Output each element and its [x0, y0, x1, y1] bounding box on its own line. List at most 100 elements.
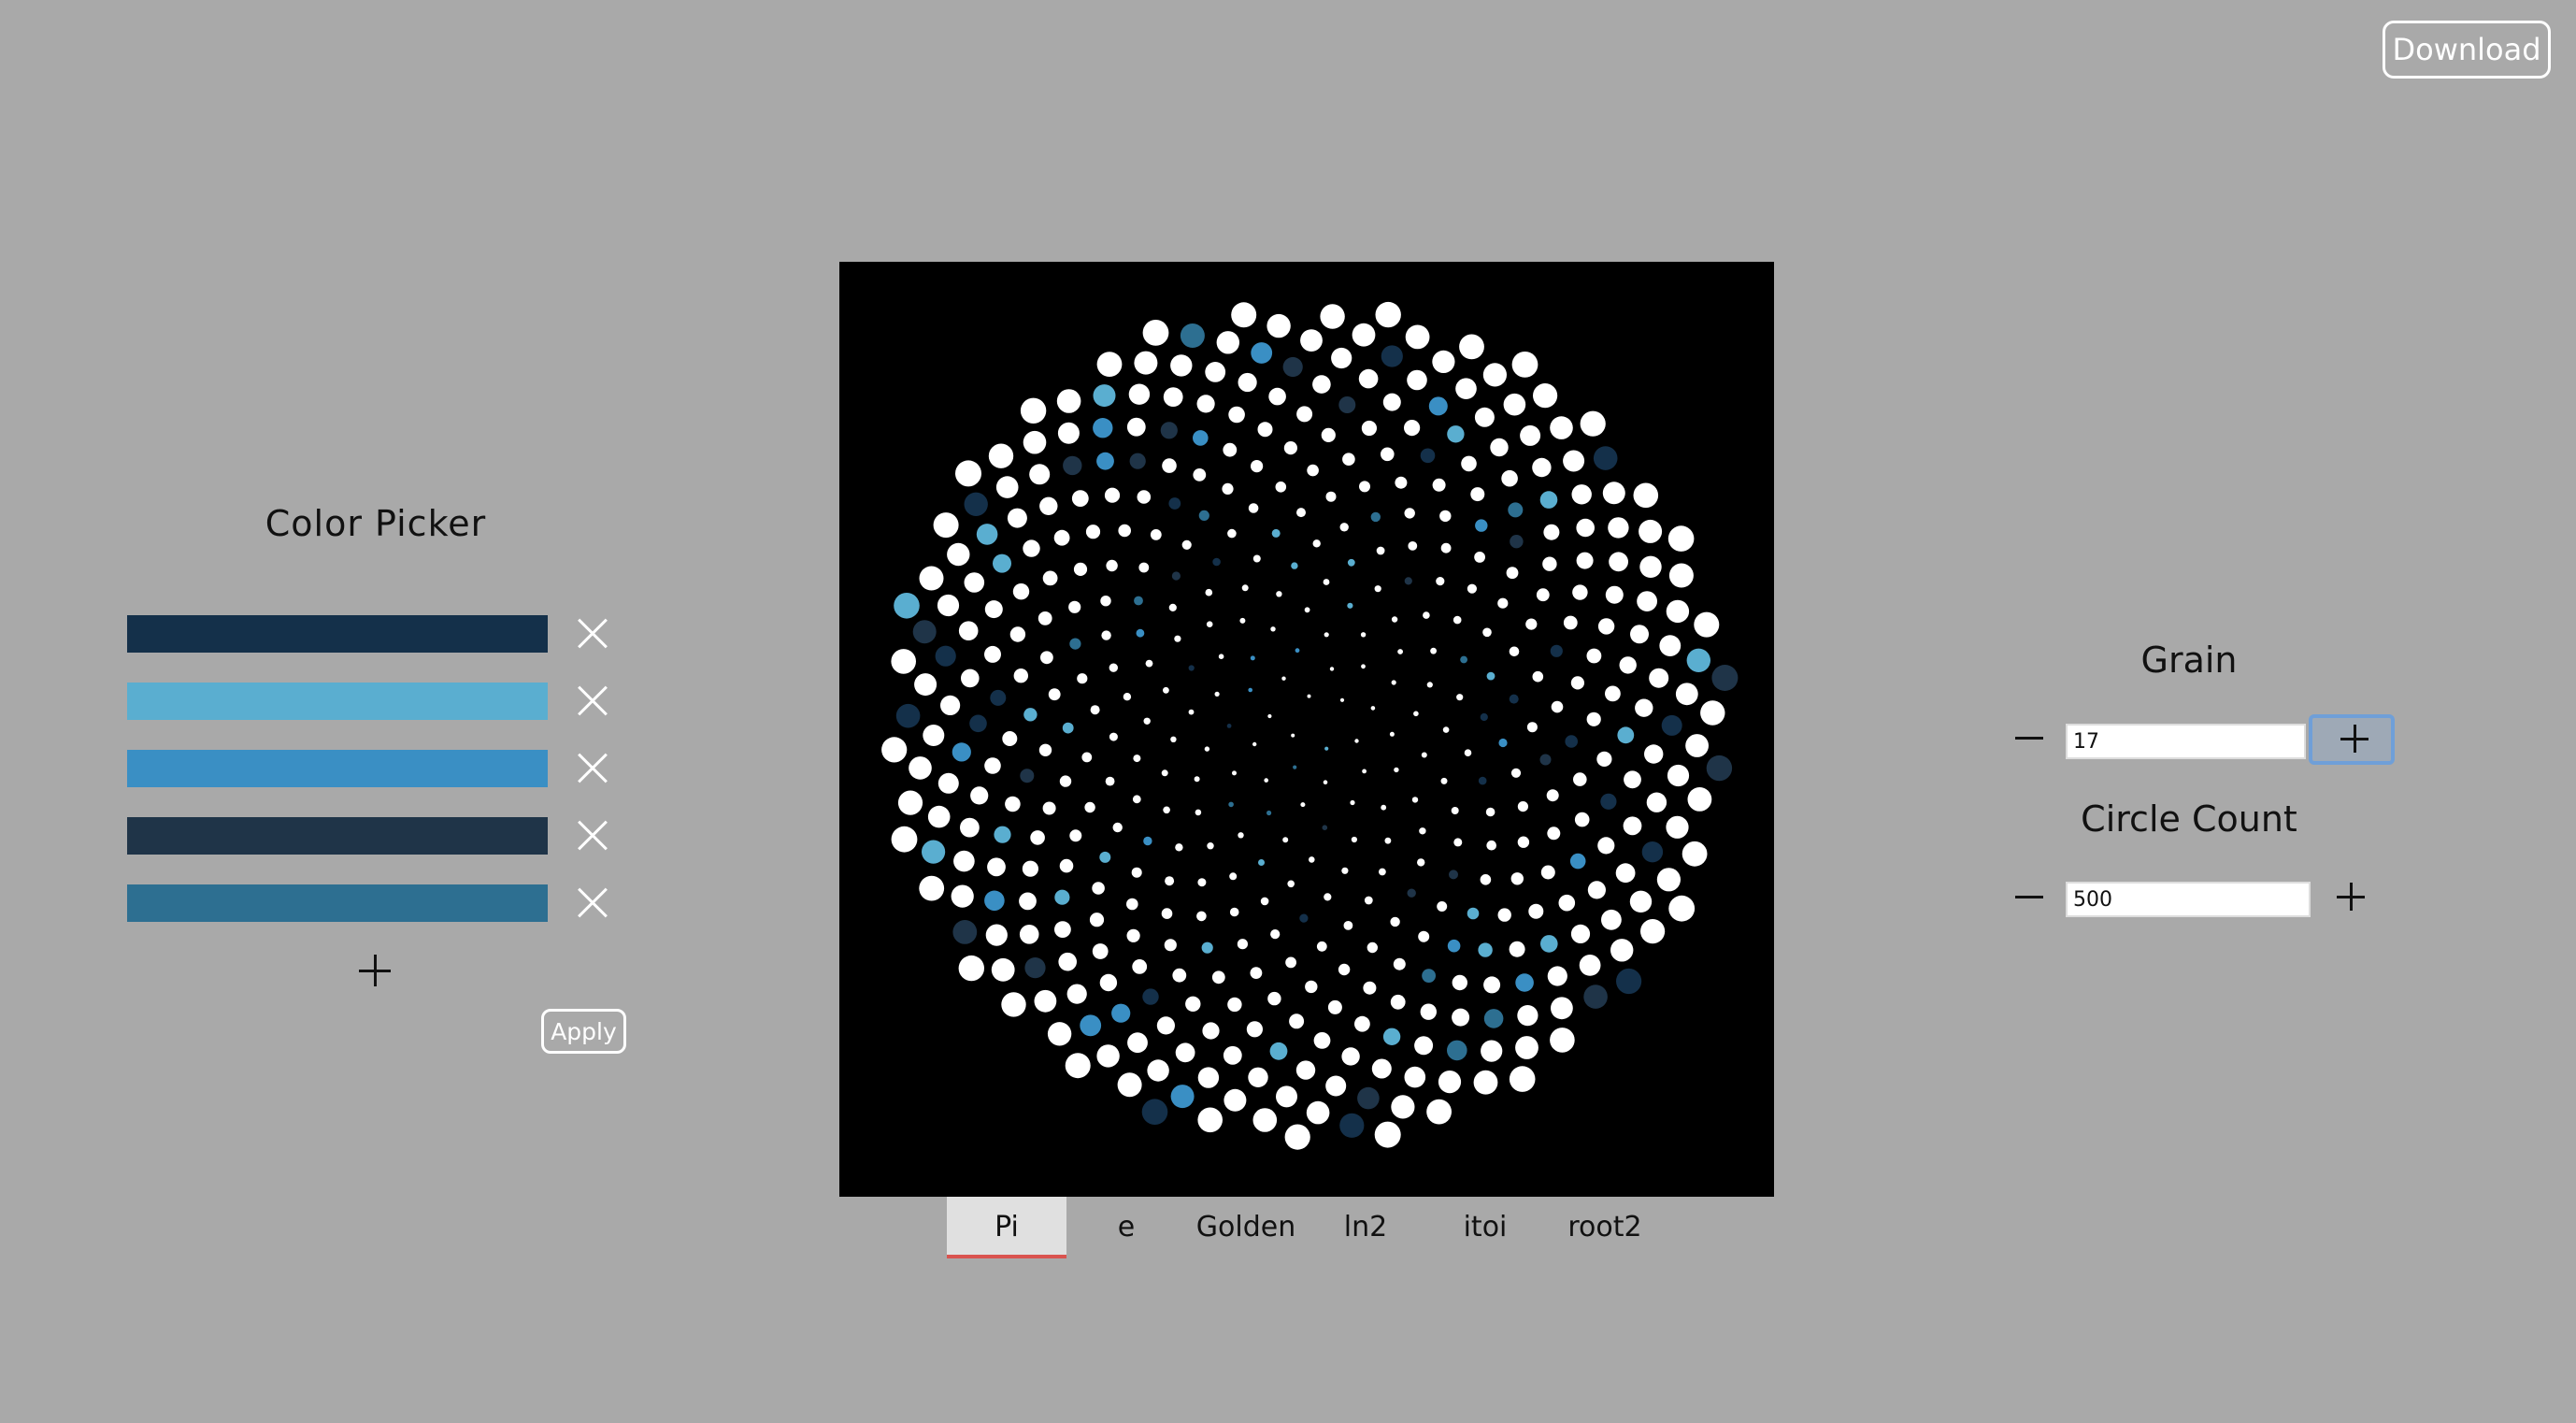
apply-button[interactable]: Apply [541, 1009, 626, 1054]
pattern-dot [960, 817, 980, 838]
pattern-dot [1470, 487, 1485, 502]
pattern-dot [1667, 764, 1690, 787]
grain-input[interactable] [2066, 724, 2306, 759]
remove-color-icon[interactable] [570, 615, 608, 653]
pattern-dot [970, 786, 989, 805]
grain-decrement-button[interactable] [2013, 722, 2047, 755]
remove-color-icon[interactable] [570, 817, 608, 855]
pattern-dot [984, 757, 1001, 774]
pattern-dot [1460, 655, 1467, 664]
pattern-dot [1394, 767, 1399, 773]
tab-golden[interactable]: Golden [1186, 1197, 1306, 1258]
pattern-dot [1099, 973, 1118, 992]
pattern-dot [1571, 484, 1592, 505]
color-swatch-3[interactable] [127, 750, 548, 787]
circle-count-increment-button[interactable] [2333, 879, 2370, 916]
tab-pi[interactable]: Pi [947, 1197, 1066, 1258]
pattern-dot [1267, 991, 1281, 1006]
pattern-dot [1069, 829, 1082, 842]
pattern-dot [1163, 686, 1169, 694]
pattern-dot [1291, 562, 1298, 569]
add-color-icon[interactable] [359, 955, 393, 988]
pattern-dot [1360, 632, 1367, 638]
pattern-dot [1170, 736, 1177, 742]
pattern-dot [1339, 1113, 1365, 1138]
pattern-dot [1419, 827, 1426, 835]
pattern-dot [1331, 347, 1352, 369]
pattern-dot [1289, 1013, 1305, 1029]
pattern-dot [1246, 1021, 1263, 1038]
pattern-dot [1342, 453, 1355, 466]
color-swatch-4[interactable] [127, 817, 548, 855]
grain-increment-button[interactable] [2309, 714, 2395, 765]
pattern-dot [1570, 676, 1584, 690]
pattern-dot [1482, 363, 1507, 387]
pattern-dot [1180, 323, 1205, 348]
pattern-dot [1667, 525, 1695, 552]
pattern-dot [1214, 691, 1220, 697]
pattern-dot [1411, 797, 1419, 803]
remove-color-icon[interactable] [570, 683, 608, 720]
pattern-canvas [839, 262, 1774, 1197]
remove-color-icon[interactable] [570, 884, 608, 922]
pattern-dot [1324, 746, 1329, 751]
color-swatch-1[interactable] [127, 615, 548, 653]
pattern-dot [1474, 407, 1495, 427]
pattern-dot [1357, 1086, 1380, 1110]
pattern-dot [1656, 868, 1681, 892]
pattern-dot [1260, 897, 1269, 906]
pattern-dot [1170, 1085, 1195, 1109]
pattern-dot [1195, 809, 1202, 816]
pattern-dot [1305, 980, 1318, 994]
pattern-dot [1381, 447, 1395, 462]
pattern-dot [1517, 801, 1528, 812]
pattern-dot [955, 460, 981, 487]
pattern-dot [1270, 626, 1276, 632]
pattern-dot [1384, 837, 1392, 844]
pattern-dot [1459, 334, 1484, 360]
pattern-dot [1639, 555, 1662, 578]
pattern-dot [1426, 682, 1433, 688]
circle-count-decrement-button[interactable] [2013, 881, 2047, 914]
tab-e[interactable]: e [1066, 1197, 1186, 1258]
pattern-dot [1569, 853, 1586, 870]
tab-ln2[interactable]: ln2 [1306, 1197, 1425, 1258]
pattern-dot [1223, 442, 1238, 457]
pattern-dot [1339, 523, 1349, 532]
pattern-dot [1619, 656, 1637, 674]
pattern-dot [1118, 524, 1131, 538]
pattern-dot [976, 524, 998, 545]
pattern-dot [1065, 1053, 1091, 1079]
pattern-dot [1536, 588, 1550, 602]
pattern-dot [912, 620, 937, 644]
pattern-dot [1251, 460, 1264, 473]
pattern-dot [1418, 930, 1430, 942]
circle-count-input[interactable] [2066, 882, 2311, 917]
remove-color-icon[interactable] [570, 750, 608, 787]
pattern-dot [1354, 739, 1359, 743]
color-swatch-2[interactable] [127, 683, 548, 720]
download-button[interactable]: Download [2383, 21, 2551, 79]
pattern-dot [1363, 981, 1377, 995]
pattern-dot [1134, 351, 1158, 375]
pattern-dot [1593, 446, 1618, 470]
pattern-dot [1325, 1075, 1347, 1097]
pattern-dot [1269, 1042, 1288, 1060]
pattern-dot [1475, 519, 1488, 532]
pattern-dot [1022, 860, 1038, 877]
pattern-dot [1248, 503, 1259, 513]
pattern-dot [1077, 673, 1088, 684]
pattern-dot [1506, 567, 1519, 580]
pattern-dot [1374, 1121, 1401, 1148]
pattern-dot [1123, 693, 1132, 701]
pattern-dot [1222, 482, 1234, 495]
pattern-dot [919, 566, 944, 591]
tab-itoi[interactable]: itoi [1425, 1197, 1545, 1258]
pattern-dot [1093, 384, 1116, 408]
pattern-dot [1432, 478, 1446, 492]
pattern-dot [1486, 840, 1496, 851]
color-swatch-5[interactable] [127, 884, 548, 922]
pattern-dot [1143, 836, 1152, 846]
tab-root2[interactable]: root2 [1545, 1197, 1665, 1258]
pattern-dot [1711, 665, 1739, 691]
